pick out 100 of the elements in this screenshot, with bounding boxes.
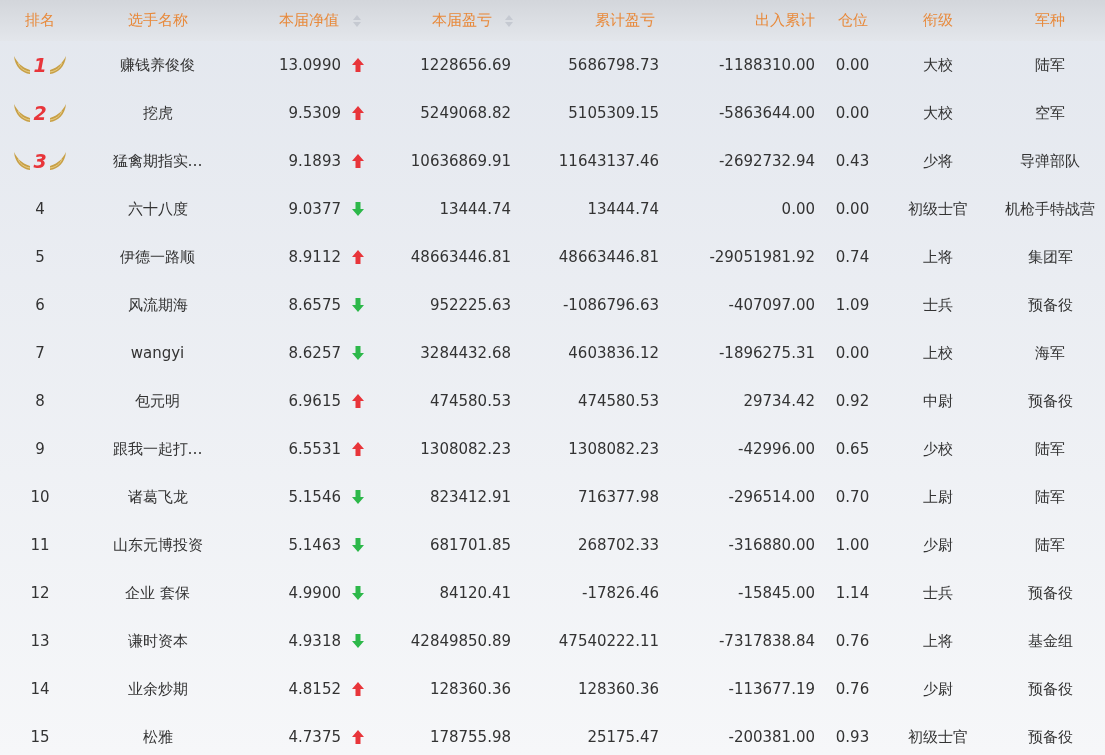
table-cell: 预备役 [1027, 391, 1073, 411]
table-cell: 上将 [922, 247, 953, 267]
column-header: 选手名称 [127, 11, 188, 30]
player-name[interactable]: 猛禽期指实… [112, 151, 203, 171]
player-name[interactable]: 跟我一起打… [112, 439, 203, 459]
table-cell: 716377.98 [577, 488, 659, 506]
table-cell: 681701.85 [429, 536, 511, 554]
rank-number: 14 [30, 680, 50, 698]
table-cell: 5249068.82 [420, 104, 511, 122]
table-cell: 初级士官 [907, 727, 968, 747]
table-cell: 9.1893 [288, 152, 341, 170]
rank-number: 7 [35, 344, 45, 362]
table-cell: 预备役 [1027, 679, 1073, 699]
table-cell: 上校 [922, 343, 953, 363]
player-name[interactable]: 松雅 [142, 727, 173, 747]
table-cell: 0.92 [835, 392, 870, 410]
rank-number: 10 [30, 488, 50, 506]
table-cell: 0.74 [835, 248, 870, 266]
table-cell: 集团军 [1027, 247, 1073, 267]
table-cell: 空军 [1035, 103, 1065, 123]
rank-number: 12 [30, 584, 50, 602]
player-name[interactable]: wangyi [130, 344, 185, 362]
table-cell: 47540222.11 [558, 632, 659, 650]
player-name[interactable]: 包元明 [135, 391, 180, 411]
rank-number: 13 [30, 632, 50, 650]
table-cell: -1086796.63 [562, 296, 659, 314]
table-cell: 9.5309 [288, 104, 341, 122]
rank-number: 11 [30, 536, 50, 554]
table-cell: 4603836.12 [568, 344, 659, 362]
table-cell: 3284432.68 [420, 344, 511, 362]
table-cell: 1228656.69 [420, 56, 511, 74]
player-name[interactable]: 挖虎 [142, 103, 173, 123]
sort-icon[interactable] [504, 13, 514, 28]
table-cell: 5.1546 [288, 488, 341, 506]
player-name[interactable]: 山东元博投资 [112, 535, 203, 555]
column-header: 衔级 [922, 11, 953, 30]
player-name[interactable]: 风流期海 [127, 295, 188, 315]
sort-icon[interactable] [352, 13, 362, 28]
player-name[interactable]: 伊德一路顺 [120, 247, 195, 267]
table-cell: 4.9318 [288, 632, 341, 650]
table-cell: 0.70 [835, 488, 870, 506]
table-cell: 13444.74 [587, 200, 659, 218]
table-cell: 6.9615 [288, 392, 341, 410]
wing-icon [12, 102, 33, 124]
table-cell: 5686798.73 [568, 56, 659, 74]
table-cell: 少尉 [922, 535, 953, 555]
table-cell: 大校 [922, 103, 953, 123]
column-header: 排名 [25, 11, 55, 30]
table-cell: 0.00 [781, 200, 815, 218]
table-cell: 初级士官 [907, 199, 968, 219]
table-cell: 10636869.91 [410, 152, 511, 170]
rank-number: 9 [35, 440, 45, 458]
table-cell: 4.9900 [288, 584, 341, 602]
table-cell: 6.5531 [288, 440, 341, 458]
player-name[interactable]: 业余炒期 [127, 679, 188, 699]
table-cell: 5.1463 [288, 536, 341, 554]
table-cell: -17826.46 [582, 584, 659, 602]
table-cell: 0.00 [835, 56, 870, 74]
player-name[interactable]: 企业 套保 [125, 583, 190, 603]
table-cell: 士兵 [922, 295, 953, 315]
column-header: 仓位 [837, 11, 868, 30]
wing-icon [47, 102, 68, 124]
table-cell: 42849850.89 [410, 632, 511, 650]
table-cell: -7317838.84 [718, 632, 815, 650]
table-cell: -316880.00 [728, 536, 815, 554]
table-cell: -200381.00 [728, 728, 815, 746]
rank-number: 6 [35, 296, 45, 314]
table-cell: 823412.91 [429, 488, 511, 506]
table-cell: 268702.33 [577, 536, 659, 554]
table-cell: 8.6257 [288, 344, 341, 362]
table-cell: -296514.00 [728, 488, 815, 506]
table-cell: 11643137.46 [558, 152, 659, 170]
table-cell: 0.76 [835, 680, 870, 698]
table-cell: 29734.42 [743, 392, 815, 410]
player-name[interactable]: 赚钱养俊俊 [120, 55, 195, 75]
player-name[interactable]: 六十八度 [127, 199, 188, 219]
table-cell: 大校 [922, 55, 953, 75]
table-cell: 陆军 [1035, 535, 1065, 555]
rank-number: 3 [33, 150, 47, 172]
column-header: 累计盈亏 [595, 11, 655, 30]
table-cell: 178755.98 [429, 728, 511, 746]
table-cell: 海军 [1035, 343, 1065, 363]
table-cell: 士兵 [922, 583, 953, 603]
table-cell: 0.93 [835, 728, 870, 746]
table-cell: 0.00 [835, 104, 870, 122]
table-cell: -1896275.31 [718, 344, 815, 362]
table-cell: -2692732.94 [718, 152, 815, 170]
player-name[interactable]: 诸葛飞龙 [127, 487, 188, 507]
table-cell: 预备役 [1027, 727, 1073, 747]
rank-number: 15 [30, 728, 50, 746]
table-cell: 48663446.81 [410, 248, 511, 266]
table-cell: -15845.00 [738, 584, 815, 602]
player-name[interactable]: 谦时资本 [127, 631, 188, 651]
rank-number: 5 [35, 248, 45, 266]
rank-number: 1 [33, 54, 47, 76]
table-cell: 上将 [922, 631, 953, 651]
table-cell: 0.43 [835, 152, 870, 170]
table-cell: 0.00 [835, 200, 870, 218]
table-cell: -42996.00 [738, 440, 815, 458]
table-cell: 1308082.23 [568, 440, 659, 458]
